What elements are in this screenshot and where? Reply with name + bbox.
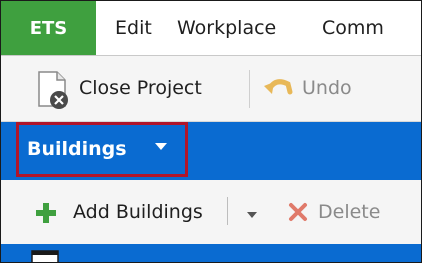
add-buildings-button[interactable]: Add Buildings bbox=[31, 180, 223, 244]
panel-icon bbox=[31, 250, 59, 262]
close-project-icon bbox=[38, 71, 68, 109]
menu-edit[interactable]: Edit bbox=[115, 1, 152, 55]
delete-label: Delete bbox=[318, 201, 381, 223]
menu-workplace[interactable]: Workplace bbox=[177, 1, 276, 55]
delete-icon bbox=[289, 203, 307, 221]
add-buildings-dropdown-icon[interactable] bbox=[247, 212, 257, 218]
toolbar-divider bbox=[249, 70, 250, 108]
undo-icon bbox=[264, 79, 293, 95]
app-window: ETS Edit Workplace Comm Close Project Un… bbox=[0, 0, 422, 263]
plus-icon bbox=[36, 203, 56, 223]
close-project-label: Close Project bbox=[79, 77, 202, 99]
app-menu-button[interactable]: ETS bbox=[1, 1, 96, 55]
buildings-tab[interactable]: Buildings bbox=[27, 122, 127, 177]
buildings-toolbar: Add Buildings Delete bbox=[1, 180, 421, 244]
chevron-down-icon[interactable] bbox=[155, 143, 167, 150]
add-buildings-label: Add Buildings bbox=[73, 201, 203, 223]
next-panel-header bbox=[1, 244, 421, 262]
undo-label: Undo bbox=[302, 77, 352, 99]
app-menu-label: ETS bbox=[29, 17, 68, 39]
add-buildings-divider bbox=[227, 197, 228, 225]
delete-button[interactable]: Delete bbox=[284, 180, 404, 244]
undo-button[interactable]: Undo bbox=[256, 56, 396, 121]
menu-bar: ETS Edit Workplace Comm bbox=[1, 1, 421, 56]
menu-commissioning[interactable]: Comm bbox=[322, 1, 384, 55]
close-project-button[interactable]: Close Project bbox=[31, 56, 241, 121]
project-toolbar: Close Project Undo bbox=[1, 56, 421, 122]
